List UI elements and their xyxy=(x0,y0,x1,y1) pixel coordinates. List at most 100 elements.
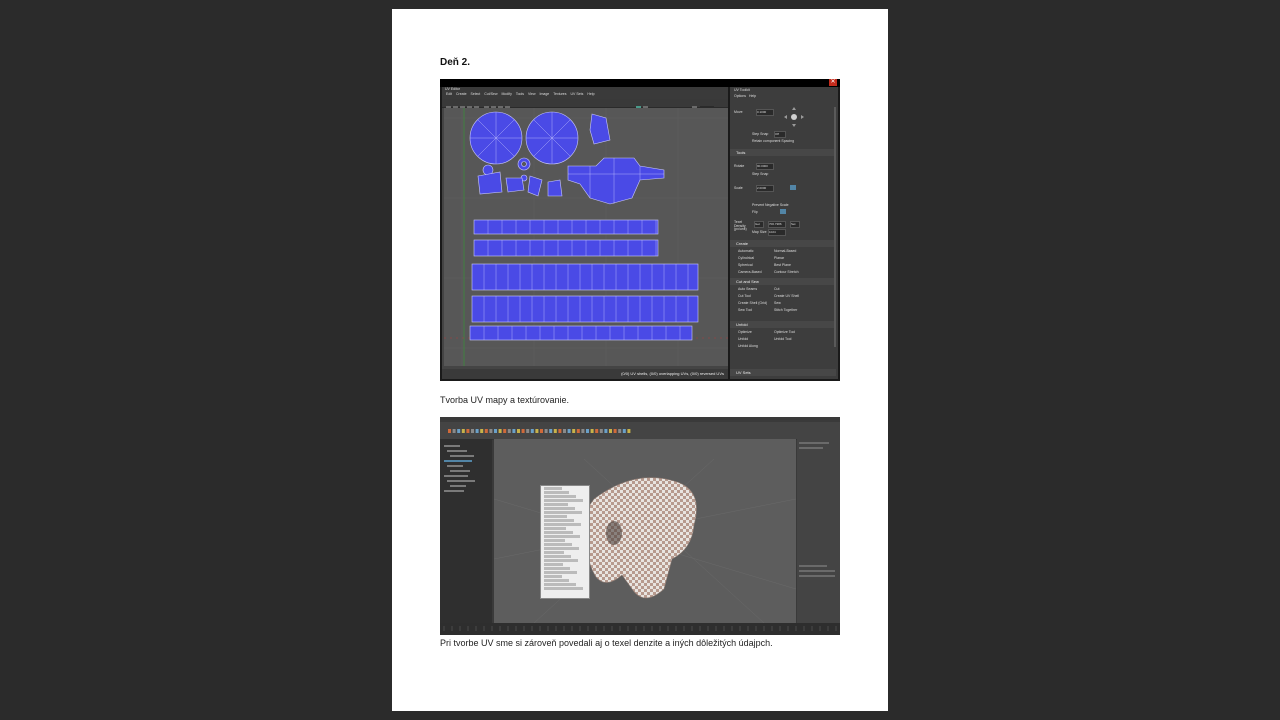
step-snap-field[interactable]: Off xyxy=(774,131,786,138)
timeline[interactable] xyxy=(440,623,840,635)
uv-sets-section-header[interactable]: UV Sets xyxy=(730,369,836,376)
unfold-tool-button[interactable]: Unfold Tool xyxy=(774,337,791,341)
context-menu-item[interactable] xyxy=(544,579,569,582)
context-menu-item[interactable] xyxy=(544,511,582,514)
cut-sew-section-header[interactable]: Cut and Sew xyxy=(730,278,836,285)
texel-set-button[interactable]: Set xyxy=(790,221,800,228)
cut-sew-tool-button[interactable]: Sew Tool xyxy=(738,308,752,312)
uv-menu-item[interactable]: View xyxy=(528,92,536,96)
create-tool-button[interactable]: Best Plane xyxy=(774,263,791,267)
context-menu-item[interactable] xyxy=(544,523,581,526)
uv-menu-item[interactable]: Cut/Sew xyxy=(484,92,497,96)
uv-status-text: (0/0) UV shells, (0/0) overlapping UVs, … xyxy=(621,371,724,376)
toolkit-menu-help[interactable]: Help xyxy=(749,94,756,98)
3d-viewport[interactable] xyxy=(493,439,797,624)
uv-menu-item[interactable]: Help xyxy=(587,92,594,96)
page-heading: Deň 2. xyxy=(440,57,471,68)
tools-section-header[interactable]: Tools xyxy=(730,149,836,156)
create-tool-button[interactable]: Spherical xyxy=(738,263,753,267)
rotate-value-field[interactable]: 90.0000 xyxy=(756,163,774,170)
context-menu-item[interactable] xyxy=(544,503,568,506)
scale-label: Scale xyxy=(734,186,743,190)
cut-sew-tool-button[interactable]: Sew xyxy=(774,301,781,305)
create-tool-button[interactable]: Planar xyxy=(774,256,784,260)
context-menu-item[interactable] xyxy=(544,495,576,498)
create-tool-button[interactable]: Normal-Based xyxy=(774,249,796,253)
unfold-tool-button[interactable]: Unfold Along xyxy=(738,344,758,348)
uv-menu-item[interactable]: UV Sets xyxy=(571,92,584,96)
uv-menu-item[interactable]: Modify xyxy=(502,92,512,96)
create-tool-button[interactable]: Camera-Based xyxy=(738,270,762,274)
texel-value-field[interactable]: 700.7386 xyxy=(768,221,786,228)
scale-value-field[interactable]: 2.0000 xyxy=(756,185,774,192)
uv-layout xyxy=(444,108,728,366)
context-menu-item[interactable] xyxy=(544,587,583,590)
cut-sew-tool-button[interactable]: Create UV Shell xyxy=(774,294,799,298)
map-size-label: Map Size xyxy=(752,230,767,234)
context-menu-item[interactable] xyxy=(544,551,564,554)
context-menu-item[interactable] xyxy=(544,487,562,490)
context-menu-item[interactable] xyxy=(544,531,573,534)
context-menu-item[interactable] xyxy=(544,527,566,530)
context-menu-item[interactable] xyxy=(544,491,569,494)
attribute-panel xyxy=(797,439,840,623)
context-menu-item[interactable] xyxy=(544,515,567,518)
uv-menu-item[interactable]: Image xyxy=(540,92,550,96)
unfold-tool-button[interactable]: Unfold xyxy=(738,337,748,341)
texel-density-label: Texel Density (px/unit) xyxy=(734,220,747,232)
unfold-section-header[interactable]: Unfold xyxy=(730,321,836,328)
unfold-tool-button[interactable]: Optimize Tool xyxy=(774,330,795,334)
context-menu-item[interactable] xyxy=(544,571,577,574)
uv-grid-canvas[interactable] xyxy=(444,108,728,366)
cut-sew-tool-button[interactable]: Auto Seams xyxy=(738,287,757,291)
toolkit-title: UV Toolkit xyxy=(734,88,750,92)
prevent-negative-scale-checkbox[interactable]: Prevent Negative Scale xyxy=(752,203,789,208)
timeline-ticks xyxy=(443,626,837,631)
uv-menu-item[interactable]: Edit xyxy=(446,92,452,96)
context-menu-item[interactable] xyxy=(544,499,583,502)
create-tool-button[interactable]: Automatic xyxy=(738,249,754,253)
map-size-field[interactable]: 1024 xyxy=(768,229,786,236)
uv-menu-item[interactable]: Textures xyxy=(553,92,566,96)
context-menu-item[interactable] xyxy=(544,535,580,538)
toolkit-scrollbar[interactable] xyxy=(834,107,836,347)
create-tool-button[interactable]: Cylindrical xyxy=(738,256,754,260)
unfold-tool-button[interactable]: Optimize xyxy=(738,330,752,334)
cut-sew-tool-button[interactable]: Create Shell (Grid) xyxy=(738,301,767,305)
uv-menu-item[interactable]: Tools xyxy=(516,92,524,96)
context-menu-items xyxy=(541,487,589,590)
cut-sew-tool-button[interactable]: Stitch Together xyxy=(774,308,797,312)
context-menu-item[interactable] xyxy=(544,583,576,586)
texel-get-button[interactable]: Get xyxy=(754,221,764,228)
context-menu-item[interactable] xyxy=(544,547,579,550)
context-menu-item[interactable] xyxy=(544,559,578,562)
context-menu-item[interactable] xyxy=(544,539,565,542)
move-arrows-icon[interactable] xyxy=(782,105,806,129)
uv-toolkit-panel: UV Toolkit Options Help Move 0.1000 Step… xyxy=(730,87,838,379)
create-tool-button[interactable]: Contour Stretch xyxy=(774,270,799,274)
cut-sew-tool-button[interactable]: Cut Tool xyxy=(738,294,751,298)
flip-u-button[interactable] xyxy=(780,209,786,214)
context-menu-item[interactable] xyxy=(544,519,574,522)
close-icon: ✕ xyxy=(829,79,837,86)
create-section-header[interactable]: Create xyxy=(730,240,836,247)
scale-button[interactable] xyxy=(790,185,796,190)
retain-spacing-checkbox[interactable]: Retain component Spacing xyxy=(752,139,794,144)
context-menu-item[interactable] xyxy=(544,555,571,558)
context-menu-item[interactable] xyxy=(544,567,570,570)
maya-viewport-screenshot xyxy=(440,417,840,635)
context-menu[interactable] xyxy=(540,485,590,599)
context-menu-item[interactable] xyxy=(544,507,575,510)
uv-menu-item[interactable]: Create xyxy=(456,92,467,96)
document-page: Deň 2. ✕ UV Editor Edit Create Select Cut/S… xyxy=(392,9,888,711)
context-menu-item[interactable] xyxy=(544,575,562,578)
uv-editor-panel: UV Editor Edit Create Select Cut/Sew Modify T… xyxy=(442,87,728,379)
toolkit-menu-options[interactable]: Options xyxy=(734,94,746,98)
uv-menu-item[interactable]: Select xyxy=(471,92,481,96)
cut-sew-tool-button[interactable]: Cut xyxy=(774,287,779,291)
uv-editor-menu: Edit Create Select Cut/Sew Modify Tools View Im… xyxy=(444,92,728,96)
context-menu-item[interactable] xyxy=(544,543,572,546)
move-value-field[interactable]: 0.1000 xyxy=(756,109,774,116)
context-menu-item[interactable] xyxy=(544,563,563,566)
toolkit-menu: Options Help xyxy=(734,94,756,99)
